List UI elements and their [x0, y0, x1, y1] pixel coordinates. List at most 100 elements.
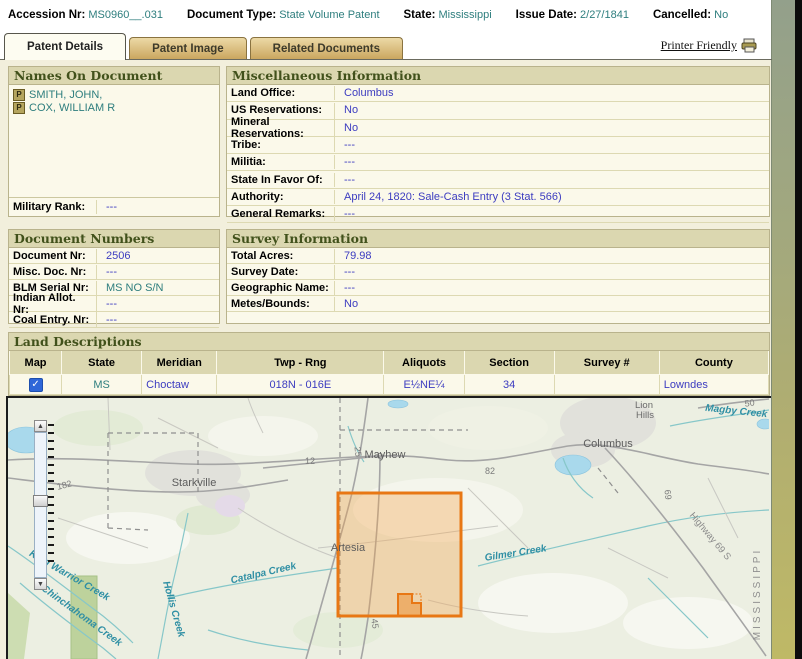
map-label-artesia: Artesia	[331, 542, 366, 554]
zoom-slider-ticks	[48, 424, 54, 562]
info-row-label: Tribe:	[227, 138, 335, 152]
patentee-icon[interactable]: P	[13, 102, 25, 114]
info-row-label: Coal Entry. Nr:	[9, 313, 97, 327]
map-label-69: 69	[662, 489, 673, 500]
screen-right-edge	[795, 0, 802, 659]
printer-friendly: Printer Friendly	[661, 38, 758, 53]
info-row-label: Misc. Doc. Nr:	[9, 265, 97, 279]
info-row: Coal Entry. Nr:---	[9, 312, 219, 328]
info-row-label: Survey Date:	[227, 265, 335, 279]
patentee-name-link[interactable]: COX, WILLIAM R	[29, 102, 115, 114]
names-section-title: Names On Document	[9, 67, 219, 85]
info-row: Mineral Reservations:No	[227, 120, 769, 137]
info-row-label: Total Acres:	[227, 249, 335, 263]
map-label-12: 12	[305, 456, 315, 466]
info-row-label: Metes/Bounds:	[227, 297, 335, 311]
info-row-label: Mineral Reservations:	[227, 115, 335, 141]
summary-field-label: Issue Date:	[516, 9, 577, 21]
summary-field-value: Mississippi	[438, 9, 491, 21]
misc-section-title: Miscellaneous Information	[227, 67, 769, 85]
info-row: Total Acres:79.98	[227, 248, 769, 264]
miscellaneous-information-section: Miscellaneous Information Land Office:Co…	[226, 66, 770, 217]
info-row-label: Geographic Name:	[227, 281, 335, 295]
tab-patent-image[interactable]: Patent Image	[129, 37, 247, 60]
map-label-25: 25	[352, 446, 363, 457]
zoom-slider-handle[interactable]	[33, 495, 48, 507]
info-row: Geographic Name:---	[227, 280, 769, 296]
summary-field-value: State Volume Patent	[279, 9, 379, 21]
printer-friendly-link[interactable]: Printer Friendly	[661, 38, 737, 53]
info-row: Authority:April 24, 1820: Sale-Cash Entr…	[227, 189, 769, 206]
military-rank-value: ---	[97, 200, 119, 214]
info-row-value: ---	[97, 313, 119, 327]
patentee-name-link[interactable]: SMITH, JOHN,	[29, 89, 102, 101]
summary-field-label: Cancelled:	[653, 9, 711, 21]
land-col-aliquots: Aliquots	[384, 351, 464, 375]
zoom-slider-track[interactable]	[34, 432, 47, 578]
zoom-out-button[interactable]: ▼	[34, 578, 47, 590]
info-row: General Remarks:---	[227, 206, 769, 223]
map-label-catalpa-creek: Catalpa Creek	[230, 561, 298, 587]
tab-bar: Patent DetailsPatent ImageRelated Docume…	[0, 32, 772, 60]
page-side-decoration	[771, 0, 795, 659]
info-row-value: No	[335, 103, 360, 117]
info-row-value: No	[335, 121, 360, 135]
patentee-name-row: P COX, WILLIAM R	[13, 102, 215, 114]
land-cell-4: 34	[464, 375, 554, 395]
info-row-value: ---	[335, 265, 357, 279]
land-col-meridian: Meridian	[142, 351, 217, 375]
land-plot-map[interactable]: StarkvilleMayhewArtesiaColumbusLionHills…	[6, 396, 773, 659]
info-row-value: ---	[335, 207, 357, 221]
printer-icon[interactable]	[741, 38, 758, 53]
info-row: State In Favor Of:---	[227, 171, 769, 188]
map-zoom-slider: ▲ ▼	[34, 420, 60, 590]
survey-empty-row	[227, 312, 769, 325]
patentee-icon[interactable]: P	[13, 89, 25, 101]
info-row-label: General Remarks:	[227, 207, 335, 221]
land-cell-3: E½NE¼	[384, 375, 464, 395]
tab-patent-details[interactable]: Patent Details	[4, 33, 126, 60]
map-checkbox[interactable]: ✓	[29, 378, 43, 392]
map-label-starkville: Starkville	[172, 477, 217, 489]
land-col-state: State	[62, 351, 142, 375]
tab-related-documents[interactable]: Related Documents	[250, 37, 403, 60]
summary-field-label: Accession Nr:	[8, 9, 85, 21]
land-col-survey-: Survey #	[554, 351, 659, 375]
map-canvas: StarkvilleMayhewArtesiaColumbusLionHills…	[8, 398, 769, 659]
land-descriptions-table: MapStateMeridianTwp - RngAliquotsSection…	[9, 351, 769, 395]
info-row-value: ---	[97, 265, 119, 279]
land-table-data-row: ✓MSChoctaw018N - 016EE½NE¼34Lowndes	[10, 375, 769, 395]
summary-field-2: State:Mississippi	[404, 9, 492, 21]
military-rank-row: Military Rank: ---	[9, 197, 219, 216]
map-label-mayhew: Mayhew	[365, 449, 406, 461]
land-col-county: County	[659, 351, 768, 375]
docnums-rows: Document Nr:2506Misc. Doc. Nr:---BLM Ser…	[9, 248, 219, 328]
summary-field-value: MS0960__.031	[88, 9, 163, 21]
info-row-value: April 24, 1820: Sale-Cash Entry (3 Stat.…	[335, 190, 564, 204]
tabs-container: Patent DetailsPatent ImageRelated Docume…	[4, 33, 403, 60]
land-col-twp-rng: Twp - Rng	[217, 351, 384, 375]
land-map-cell: ✓	[10, 375, 62, 395]
land-cell-6: Lowndes	[659, 375, 768, 395]
patentee-name-list: P SMITH, JOHN, P COX, WILLIAM R	[9, 85, 219, 197]
summary-field-value: 2/27/1841	[580, 9, 629, 21]
map-label-mississippi: MISSISSIPPI	[752, 548, 763, 640]
summary-field-0: Accession Nr:MS0960__.031	[8, 9, 163, 21]
zoom-in-button[interactable]: ▲	[34, 420, 47, 432]
summary-field-3: Issue Date:2/27/1841	[516, 9, 629, 21]
summary-field-4: Cancelled:No	[653, 9, 728, 21]
map-label-gilmer-creek: Gilmer Creek	[484, 543, 548, 564]
info-row-label: Militia:	[227, 155, 335, 169]
land-col-section: Section	[464, 351, 554, 375]
map-label-45: 45	[369, 618, 380, 629]
land-cell-2: 018N - 016E	[217, 375, 384, 395]
info-row-value: ---	[97, 297, 119, 311]
info-row-value: 2506	[97, 249, 132, 263]
info-row-label: State In Favor Of:	[227, 173, 335, 187]
info-row: Misc. Doc. Nr:---	[9, 264, 219, 280]
land-cell-5	[554, 375, 659, 395]
info-row: Tribe:---	[227, 137, 769, 154]
land-section-title: Land Descriptions	[9, 333, 769, 351]
info-row-value: Columbus	[335, 86, 396, 100]
info-row-value: MS NO S/N	[97, 281, 165, 295]
